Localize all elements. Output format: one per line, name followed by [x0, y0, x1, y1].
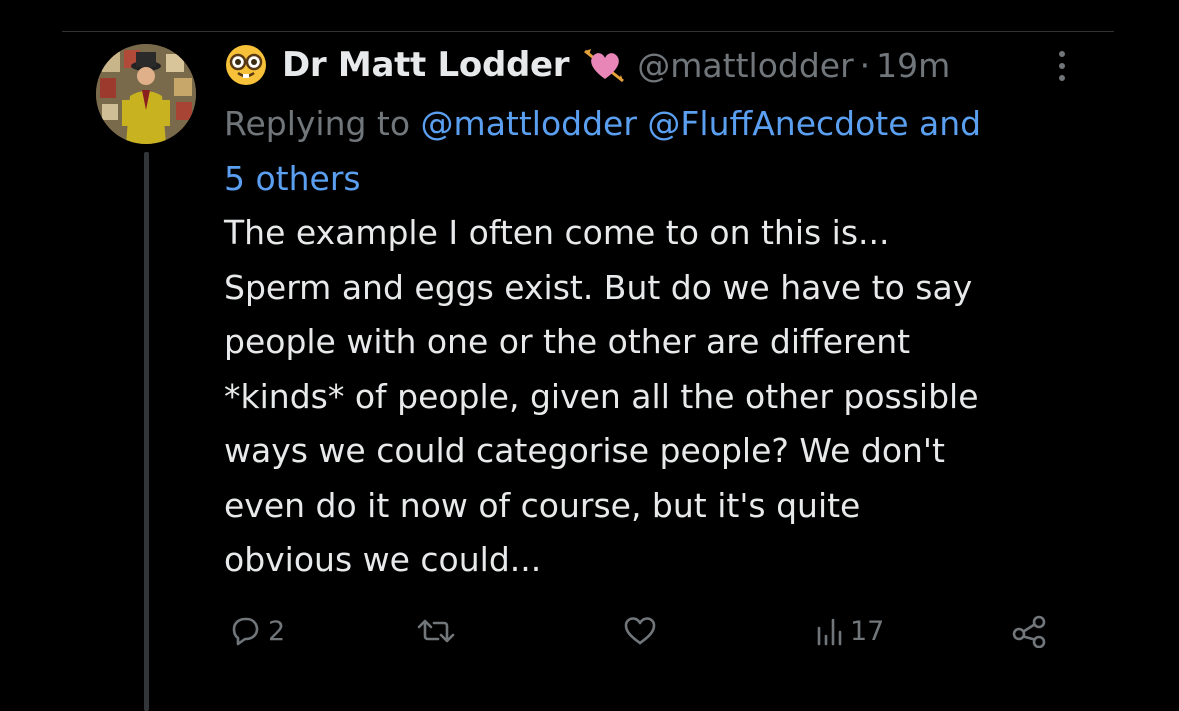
tweet-text-line: ways we could categorise people? We don'…	[224, 431, 945, 470]
replying-to: Replying to @mattlodder @FluffAnecdote a…	[224, 96, 1104, 206]
tweet-header: Dr Matt Lodder @mattlodder · 19m	[224, 40, 950, 90]
timestamp[interactable]: 19m	[876, 46, 950, 85]
retweet-button[interactable]	[416, 608, 462, 654]
action-bar: 2 17	[224, 608, 1064, 654]
share-button[interactable]	[1010, 608, 1048, 654]
handle[interactable]: @mattlodder	[637, 46, 853, 85]
heart-with-arrow-icon	[583, 45, 627, 85]
replying-to-label: Replying to	[224, 104, 411, 143]
views-button[interactable]: 17	[814, 608, 884, 654]
nerd-face-icon	[224, 43, 268, 87]
tweet-text: The example I often come to on this is..…	[224, 206, 1104, 588]
tweet-text-line: even do it now of course, but it's quite	[224, 485, 861, 525]
views-count: 17	[850, 615, 885, 647]
reply-count: 2	[268, 615, 286, 647]
tweet-text-line: people with one or the other are differe…	[224, 322, 911, 361]
top-divider	[62, 31, 1114, 32]
tweet-text-line: The example I often come to on this is..…	[224, 213, 890, 252]
mention-link[interactable]: @mattlodder	[421, 104, 637, 143]
more-vertical-icon[interactable]	[1050, 46, 1074, 86]
separator: ·	[859, 45, 871, 85]
tweet-text-line: *kinds* of people, given all the other p…	[224, 376, 979, 416]
reply-icon	[228, 614, 262, 648]
tweet-text-line: obvious we could...	[224, 540, 542, 579]
retweet-icon	[416, 614, 456, 648]
display-name[interactable]: Dr Matt Lodder	[282, 45, 570, 85]
avatar[interactable]	[96, 44, 196, 144]
share-icon	[1010, 614, 1048, 648]
others-link[interactable]: 5 others	[224, 159, 361, 198]
like-icon	[622, 614, 658, 648]
mention-link[interactable]: @FluffAnecdote	[647, 104, 908, 143]
thread-line	[144, 152, 149, 711]
like-button[interactable]	[622, 608, 664, 654]
and-text: and	[919, 104, 982, 143]
views-icon	[814, 614, 844, 648]
tweet-text-line: Sperm and eggs exist. But do we have to …	[224, 267, 973, 307]
reply-button[interactable]: 2	[228, 608, 285, 654]
